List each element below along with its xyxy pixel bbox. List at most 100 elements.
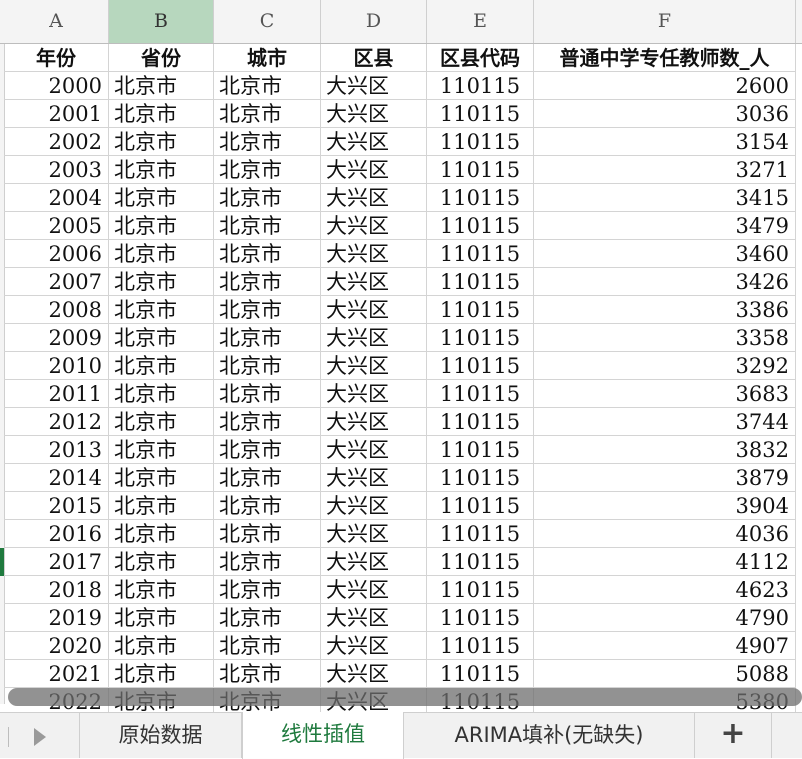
table-cell[interactable]: 北京市 xyxy=(214,576,321,604)
table-cell[interactable]: 110115 xyxy=(427,660,534,688)
table-cell[interactable]: 110115 xyxy=(427,240,534,268)
table-cell[interactable]: 大兴区 xyxy=(321,576,427,604)
sheet-tab[interactable]: 原始数据 xyxy=(80,713,242,758)
table-cell[interactable]: 2003 xyxy=(4,156,109,184)
header-cell[interactable]: 区县 xyxy=(321,44,427,72)
table-cell[interactable]: 110115 xyxy=(427,268,534,296)
table-cell[interactable]: 北京市 xyxy=(109,128,214,156)
table-cell[interactable]: 110115 xyxy=(427,408,534,436)
table-cell[interactable]: 3744 xyxy=(534,408,796,436)
column-header-e[interactable]: E xyxy=(427,0,534,43)
table-cell[interactable]: 北京市 xyxy=(214,408,321,436)
table-cell[interactable]: 北京市 xyxy=(109,184,214,212)
table-cell[interactable]: 110115 xyxy=(427,324,534,352)
table-cell[interactable]: 2017 xyxy=(4,548,109,576)
table-cell[interactable]: 110115 xyxy=(427,464,534,492)
table-cell[interactable]: 3292 xyxy=(534,352,796,380)
table-cell[interactable]: 大兴区 xyxy=(321,380,427,408)
table-cell[interactable]: 110115 xyxy=(427,492,534,520)
table-cell[interactable]: 大兴区 xyxy=(321,408,427,436)
table-cell[interactable]: 3386 xyxy=(534,296,796,324)
table-cell[interactable]: 北京市 xyxy=(214,492,321,520)
table-cell[interactable]: 3271 xyxy=(534,156,796,184)
table-cell[interactable]: 3904 xyxy=(534,492,796,520)
table-cell[interactable]: 大兴区 xyxy=(321,324,427,352)
table-cell[interactable]: 北京市 xyxy=(214,324,321,352)
table-cell[interactable]: 2009 xyxy=(4,324,109,352)
table-cell[interactable]: 北京市 xyxy=(109,436,214,464)
table-cell[interactable]: 大兴区 xyxy=(321,604,427,632)
table-cell[interactable]: 北京市 xyxy=(214,240,321,268)
table-cell[interactable]: 北京市 xyxy=(109,520,214,548)
table-cell[interactable]: 3036 xyxy=(534,100,796,128)
table-cell[interactable]: 大兴区 xyxy=(321,352,427,380)
table-cell[interactable]: 北京市 xyxy=(214,156,321,184)
table-cell[interactable]: 4623 xyxy=(534,576,796,604)
table-cell[interactable]: 3415 xyxy=(534,184,796,212)
table-cell[interactable]: 2021 xyxy=(4,660,109,688)
table-cell[interactable]: 2002 xyxy=(4,128,109,156)
column-header-a[interactable]: A xyxy=(4,0,109,43)
table-cell[interactable]: 2008 xyxy=(4,296,109,324)
table-cell[interactable]: 大兴区 xyxy=(321,464,427,492)
sheet-tab[interactable]: ARIMA填补(无缺失) xyxy=(404,713,695,758)
table-cell[interactable]: 3683 xyxy=(534,380,796,408)
table-cell[interactable]: 110115 xyxy=(427,212,534,240)
table-cell[interactable]: 3479 xyxy=(534,212,796,240)
table-cell[interactable]: 北京市 xyxy=(109,576,214,604)
table-cell[interactable]: 北京市 xyxy=(109,464,214,492)
table-cell[interactable]: 北京市 xyxy=(214,100,321,128)
table-cell[interactable]: 北京市 xyxy=(109,632,214,660)
table-cell[interactable]: 2005 xyxy=(4,212,109,240)
table-cell[interactable]: 110115 xyxy=(427,520,534,548)
add-sheet-button[interactable]: + xyxy=(695,713,772,758)
table-cell[interactable]: 北京市 xyxy=(214,436,321,464)
table-cell[interactable]: 4790 xyxy=(534,604,796,632)
table-cell[interactable]: 大兴区 xyxy=(321,632,427,660)
table-cell[interactable]: 110115 xyxy=(427,436,534,464)
table-cell[interactable]: 110115 xyxy=(427,632,534,660)
table-cell[interactable]: 大兴区 xyxy=(321,212,427,240)
table-cell[interactable]: 北京市 xyxy=(109,660,214,688)
table-cell[interactable]: 110115 xyxy=(427,128,534,156)
table-cell[interactable]: 110115 xyxy=(427,184,534,212)
column-header-f[interactable]: F xyxy=(534,0,796,43)
table-cell[interactable]: 3426 xyxy=(534,268,796,296)
table-cell[interactable]: 110115 xyxy=(427,156,534,184)
sheet-nav-button[interactable] xyxy=(0,713,80,758)
header-cell[interactable]: 普通中学专任教师数_人 xyxy=(534,44,796,72)
table-cell[interactable]: 北京市 xyxy=(109,324,214,352)
table-cell[interactable]: 2018 xyxy=(4,576,109,604)
table-cell[interactable]: 大兴区 xyxy=(321,660,427,688)
table-cell[interactable]: 4907 xyxy=(534,632,796,660)
table-cell[interactable]: 2006 xyxy=(4,240,109,268)
column-header-b[interactable]: B xyxy=(109,0,214,43)
table-cell[interactable]: 2019 xyxy=(4,604,109,632)
table-cell[interactable]: 110115 xyxy=(427,352,534,380)
table-cell[interactable]: 3460 xyxy=(534,240,796,268)
header-cell[interactable]: 城市 xyxy=(214,44,321,72)
table-cell[interactable]: 北京市 xyxy=(214,520,321,548)
table-cell[interactable]: 北京市 xyxy=(109,268,214,296)
table-cell[interactable]: 北京市 xyxy=(109,548,214,576)
table-cell[interactable]: 大兴区 xyxy=(321,100,427,128)
table-cell[interactable]: 2015 xyxy=(4,492,109,520)
table-cell[interactable]: 北京市 xyxy=(109,604,214,632)
table-cell[interactable]: 大兴区 xyxy=(321,548,427,576)
table-cell[interactable]: 大兴区 xyxy=(321,268,427,296)
table-cell[interactable]: 110115 xyxy=(427,576,534,604)
table-cell[interactable]: 2007 xyxy=(4,268,109,296)
table-cell[interactable]: 北京市 xyxy=(214,632,321,660)
horizontal-scrollbar[interactable] xyxy=(8,688,802,706)
table-cell[interactable]: 北京市 xyxy=(214,380,321,408)
table-cell[interactable]: 2600 xyxy=(534,72,796,100)
table-cell[interactable]: 大兴区 xyxy=(321,492,427,520)
table-cell[interactable]: 2000 xyxy=(4,72,109,100)
table-cell[interactable]: 5088 xyxy=(534,660,796,688)
table-cell[interactable]: 4112 xyxy=(534,548,796,576)
column-header-c[interactable]: C xyxy=(214,0,321,43)
table-cell[interactable]: 2014 xyxy=(4,464,109,492)
table-cell[interactable]: 北京市 xyxy=(109,156,214,184)
table-cell[interactable]: 北京市 xyxy=(109,72,214,100)
table-cell[interactable]: 2013 xyxy=(4,436,109,464)
